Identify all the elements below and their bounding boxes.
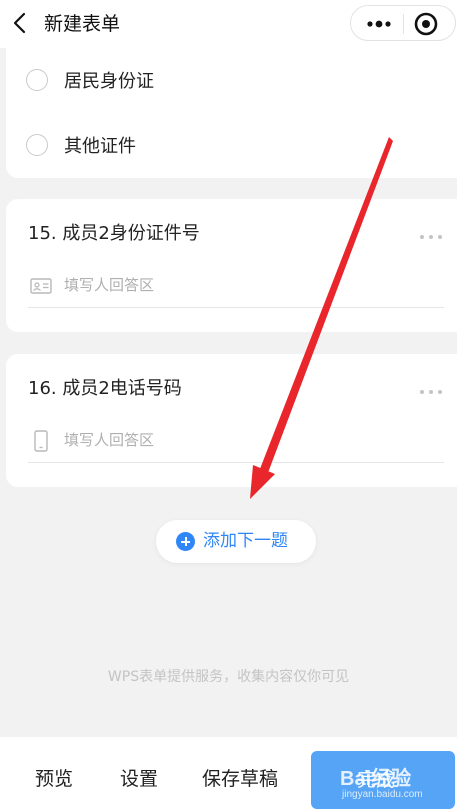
answer-placeholder: 填写人回答区 xyxy=(64,276,155,294)
chevron-left-icon[interactable] xyxy=(8,10,30,36)
answer-area: 填写人回答区 xyxy=(28,267,444,308)
top-nav-bar: 新建表单 xyxy=(0,0,457,48)
capsule-divider xyxy=(403,14,404,34)
settings-button[interactable]: 设置 xyxy=(120,765,158,793)
answer-area: 填写人回答区 xyxy=(28,422,444,463)
add-next-question-button[interactable]: 添加下一题 xyxy=(156,520,316,563)
question-title: 15. 成员2身份证件号 xyxy=(28,223,200,244)
radio-button[interactable] xyxy=(26,69,48,91)
radio-option[interactable]: 居民身份证 xyxy=(26,64,154,96)
done-button-label: 完成 xyxy=(357,769,396,791)
question-title: 16. 成员2电话号码 xyxy=(28,378,182,399)
radio-option[interactable]: 其他证件 xyxy=(26,129,136,161)
more-dots-icon[interactable] xyxy=(361,14,397,34)
bottom-action-bar: 预览 设置 保存草稿 完成 xyxy=(0,737,457,809)
page-title: 新建表单 xyxy=(44,13,121,35)
save-draft-button[interactable]: 保存草稿 xyxy=(202,765,278,793)
mini-program-capsule xyxy=(350,5,456,41)
id-card-icon xyxy=(30,275,52,297)
phone-icon xyxy=(30,430,52,452)
plus-circle-icon xyxy=(176,532,195,551)
question-card-14: 居民身份证 其他证件 xyxy=(6,48,457,178)
option-label: 居民身份证 xyxy=(64,71,154,92)
answer-placeholder: 填写人回答区 xyxy=(64,431,155,449)
preview-button[interactable]: 预览 xyxy=(35,765,73,793)
target-icon[interactable] xyxy=(413,11,439,37)
add-next-question-label: 添加下一题 xyxy=(203,531,288,551)
question-card-16[interactable]: 16. 成员2电话号码 填写人回答区 xyxy=(6,354,457,487)
option-label: 其他证件 xyxy=(64,136,136,157)
service-notice: WPS表单提供服务，收集内容仅你可见 xyxy=(107,669,350,685)
done-button[interactable]: 完成 xyxy=(311,751,455,809)
radio-button[interactable] xyxy=(26,134,48,156)
more-options-icon[interactable] xyxy=(418,382,444,394)
question-card-15[interactable]: 15. 成员2身份证件号 填写人回答区 xyxy=(6,199,457,332)
more-options-icon[interactable] xyxy=(418,227,444,239)
